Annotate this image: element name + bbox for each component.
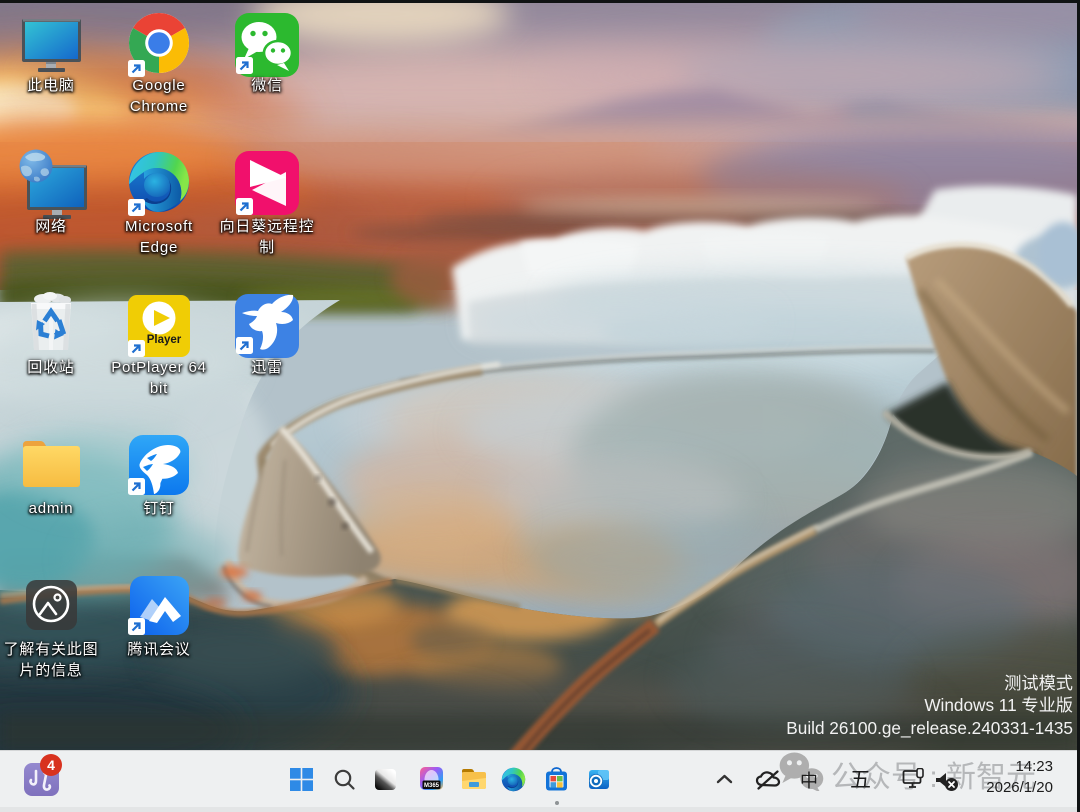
svg-text:Player: Player [147,334,182,346]
svg-text:M365: M365 [424,783,440,789]
